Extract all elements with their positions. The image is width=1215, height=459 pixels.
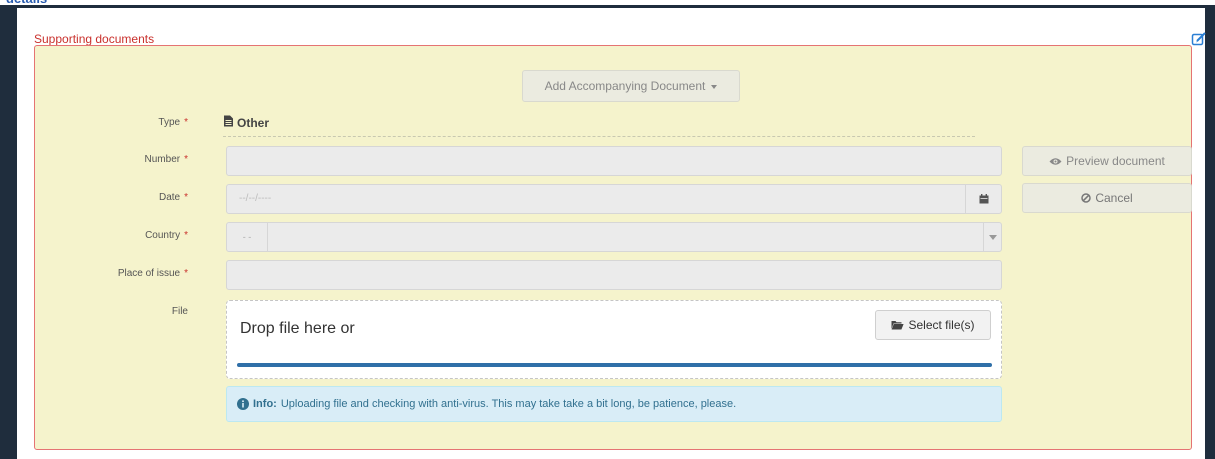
type-underline (223, 136, 975, 137)
type-label-text: Type (158, 117, 181, 128)
required-marker: * (184, 117, 188, 128)
window-frame-left (0, 5, 17, 459)
preview-document-label: Preview document (1066, 154, 1165, 168)
info-title: Info: (253, 398, 277, 410)
required-marker: * (184, 230, 188, 241)
preview-document-button[interactable]: Preview document (1022, 146, 1192, 176)
document-form-box: Add Accompanying Document Type * Other Nu… (34, 45, 1192, 450)
upload-progress-fill (237, 363, 992, 367)
place-of-issue-label-text: Place of issue (117, 268, 181, 279)
date-input[interactable]: --/--/---- (226, 184, 1002, 214)
add-accompanying-document-button[interactable]: Add Accompanying Document (522, 70, 740, 102)
file-label: File (172, 306, 188, 317)
cancel-label: Cancel (1095, 191, 1133, 205)
calendar-icon (979, 194, 988, 204)
country-dropdown-button[interactable] (983, 223, 1001, 251)
chevron-down-icon (988, 234, 997, 240)
date-label: Date * (159, 192, 188, 203)
required-marker: * (184, 154, 188, 165)
ban-icon (1081, 193, 1092, 203)
required-marker: * (184, 268, 188, 279)
date-label-text: Date (158, 192, 181, 203)
folder-open-icon (891, 321, 905, 330)
place-of-issue-label: Place of issue * (118, 268, 188, 279)
number-label-text: Number (144, 154, 181, 165)
add-accompanying-document-label: Add Accompanying Document (544, 79, 706, 93)
file-icon (223, 115, 234, 130)
info-alert: Info: Uploading file and checking with a… (226, 386, 1002, 422)
country-select[interactable]: - - (226, 222, 1002, 252)
calendar-button[interactable] (965, 184, 1001, 214)
place-of-issue-input[interactable] (226, 260, 1002, 290)
date-placeholder: --/--/---- (239, 193, 272, 204)
type-label: Type * (158, 117, 188, 128)
file-dropzone[interactable]: Drop file here or Select file(s) (226, 300, 1002, 379)
eye-icon (1049, 157, 1062, 165)
number-label: Number * (145, 154, 188, 165)
supporting-documents-panel: Supporting documents Add Accompanying Do… (17, 8, 1207, 459)
window-frame-right (1205, 5, 1215, 459)
upload-progress-bar (237, 363, 992, 367)
info-circle-icon (237, 398, 249, 410)
select-files-label: Select file(s) (908, 318, 975, 332)
edit-icon[interactable] (1191, 31, 1207, 47)
country-flag-placeholder: - - (227, 223, 268, 251)
type-value[interactable]: Other (223, 115, 269, 130)
cancel-button[interactable]: Cancel (1022, 183, 1192, 213)
select-files-button[interactable]: Select file(s) (875, 310, 991, 340)
required-marker: * (184, 192, 188, 203)
type-value-text: Other (237, 115, 270, 130)
country-label-text: Country (145, 230, 181, 241)
number-input[interactable] (226, 146, 1002, 176)
caret-down-icon (711, 85, 718, 89)
section-title: Supporting documents (34, 32, 155, 46)
file-label-text: File (171, 306, 188, 317)
dropzone-text: Drop file here or (240, 320, 355, 337)
info-text: Uploading file and checking with anti-vi… (280, 398, 737, 410)
country-label: Country * (145, 230, 188, 241)
